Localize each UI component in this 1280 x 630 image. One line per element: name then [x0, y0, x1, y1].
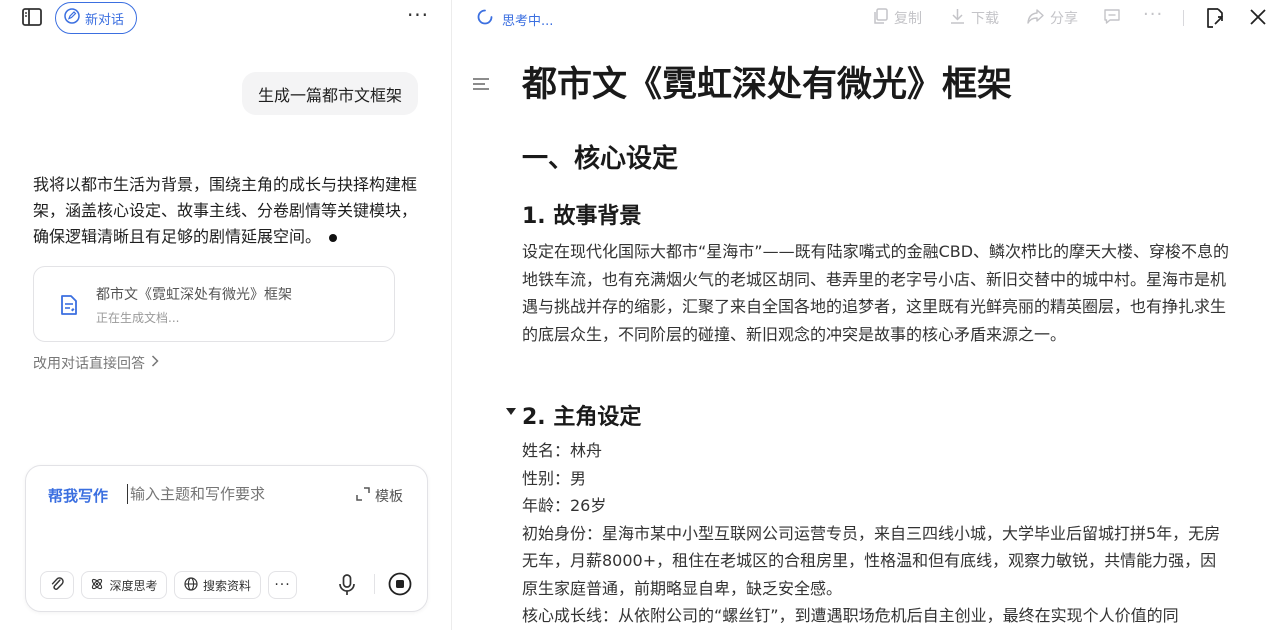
- globe-icon: [184, 576, 198, 594]
- field-gender: 性别：男: [522, 468, 587, 488]
- search-label: 搜索资料: [202, 578, 251, 593]
- protagonist-fields: 姓名：林舟 性别：男 年龄：26岁 初始身份：星海市某中小型互联网公司运营专员，…: [522, 437, 1232, 630]
- user-message: 生成一篇都市文框架: [241, 72, 418, 115]
- copy-button[interactable]: 复制: [873, 8, 922, 28]
- loading-spinner-icon: [477, 9, 493, 29]
- composer-divider: [374, 574, 375, 594]
- more-tools-button[interactable]: ···: [268, 571, 297, 599]
- more-actions-icon[interactable]: ···: [1143, 6, 1163, 28]
- close-icon[interactable]: [1249, 8, 1269, 28]
- prompt-input[interactable]: [130, 485, 340, 503]
- writing-mode-label[interactable]: 帮我写作: [48, 485, 108, 506]
- assistant-reply: 我将以都市生活为背景，围绕主角的成长与抉择构建框架，涵盖核心设定、故事主线、分卷…: [33, 172, 423, 250]
- comment-icon[interactable]: [1103, 8, 1123, 28]
- document-title: 都市文《霓虹深处有微光》框架: [522, 65, 1013, 105]
- document-body: 都市文《霓虹深处有微光》框架 一、核心设定 1. 故事背景 设定在现代化国际大都…: [506, 60, 1242, 625]
- chat-panel: 新对话 ··· 生成一篇都市文框架 我将以都市生活为背景，围绕主角的成长与抉择构…: [0, 0, 452, 630]
- deep-think-button[interactable]: 深度思考: [81, 571, 167, 599]
- deep-think-label: 深度思考: [109, 578, 158, 593]
- more-options-icon[interactable]: ···: [404, 5, 432, 28]
- thinking-status: 思考中...: [477, 9, 553, 29]
- background-paragraph: 设定在现代化国际大都市“星海市”——既有陆家嘴式的金融CBD、鳞次栉比的摩天大楼…: [522, 242, 1230, 344]
- share-button[interactable]: 分享: [1027, 8, 1078, 28]
- document-panel: 思考中... 复制 下载 分享 ··· 都市文《霓虹深处有微光》框架 一、核心设…: [453, 0, 1280, 630]
- paperclip-icon: [50, 576, 64, 595]
- document-card-status: 正在生成文档...: [96, 311, 180, 325]
- user-message-text: 生成一篇都市文框架: [257, 85, 402, 105]
- message-composer: 帮我写作 模板 深度思考 搜索资料 ···: [25, 465, 428, 612]
- copy-label: 复制: [894, 11, 922, 27]
- share-icon: [1027, 8, 1044, 28]
- text-cursor: [127, 484, 128, 504]
- document-icon: [60, 295, 78, 319]
- collapse-toggle-icon[interactable]: [506, 408, 516, 415]
- outline-icon[interactable]: [472, 76, 490, 95]
- field-initial-identity: 初始身份：星海市某中小型互联网公司运营专员，来自三四线小城，大学毕业后留城打拼5…: [522, 523, 1221, 598]
- section-heading: 一、核心设定: [522, 144, 679, 174]
- attach-button[interactable]: [40, 571, 74, 599]
- download-button[interactable]: 下载: [950, 8, 999, 28]
- atom-icon: [90, 577, 104, 594]
- template-button[interactable]: 模板: [356, 486, 403, 506]
- new-chat-label: 新对话: [85, 12, 125, 28]
- field-growth-line: 核心成长线：从依附公司的“螺丝钉”，到遭遇职场危机后自主创业，最终在实现个人价值…: [522, 606, 1179, 625]
- subsection-heading-background: 1. 故事背景: [522, 204, 642, 229]
- sidebar-toggle-icon[interactable]: [20, 6, 44, 28]
- typing-indicator: [329, 233, 338, 242]
- search-button[interactable]: 搜索资料: [174, 571, 261, 599]
- thinking-status-text: 思考中...: [502, 13, 554, 29]
- stop-generating-icon[interactable]: [388, 572, 412, 596]
- new-chat-button[interactable]: 新对话: [55, 2, 138, 34]
- field-age: 年龄：26岁: [522, 496, 607, 515]
- new-chat-icon: [64, 8, 80, 28]
- microphone-icon[interactable]: [337, 573, 357, 597]
- download-icon: [950, 8, 965, 28]
- generated-document-card[interactable]: 都市文《霓虹深处有微光》框架 正在生成文档...: [33, 266, 395, 342]
- template-label: 模板: [375, 489, 403, 505]
- open-document-icon[interactable]: [1206, 8, 1226, 28]
- field-name: 姓名：林舟: [522, 441, 603, 460]
- assistant-reply-text: 我将以都市生活为背景，围绕主角的成长与抉择构建框架，涵盖核心设定、故事主线、分卷…: [33, 175, 418, 246]
- share-label: 分享: [1050, 11, 1078, 27]
- document-card-title: 都市文《霓虹深处有微光》框架: [96, 287, 292, 303]
- expand-icon: [356, 487, 370, 505]
- switch-to-chat-link[interactable]: 改用对话直接回答: [33, 353, 159, 373]
- toolbar-divider: [1183, 10, 1184, 26]
- download-label: 下载: [971, 11, 999, 27]
- chevron-right-icon: [151, 355, 159, 371]
- subsection-heading-protagonist: 2. 主角设定: [522, 405, 642, 430]
- copy-icon: [873, 8, 888, 28]
- switch-to-chat-label: 改用对话直接回答: [33, 356, 145, 372]
